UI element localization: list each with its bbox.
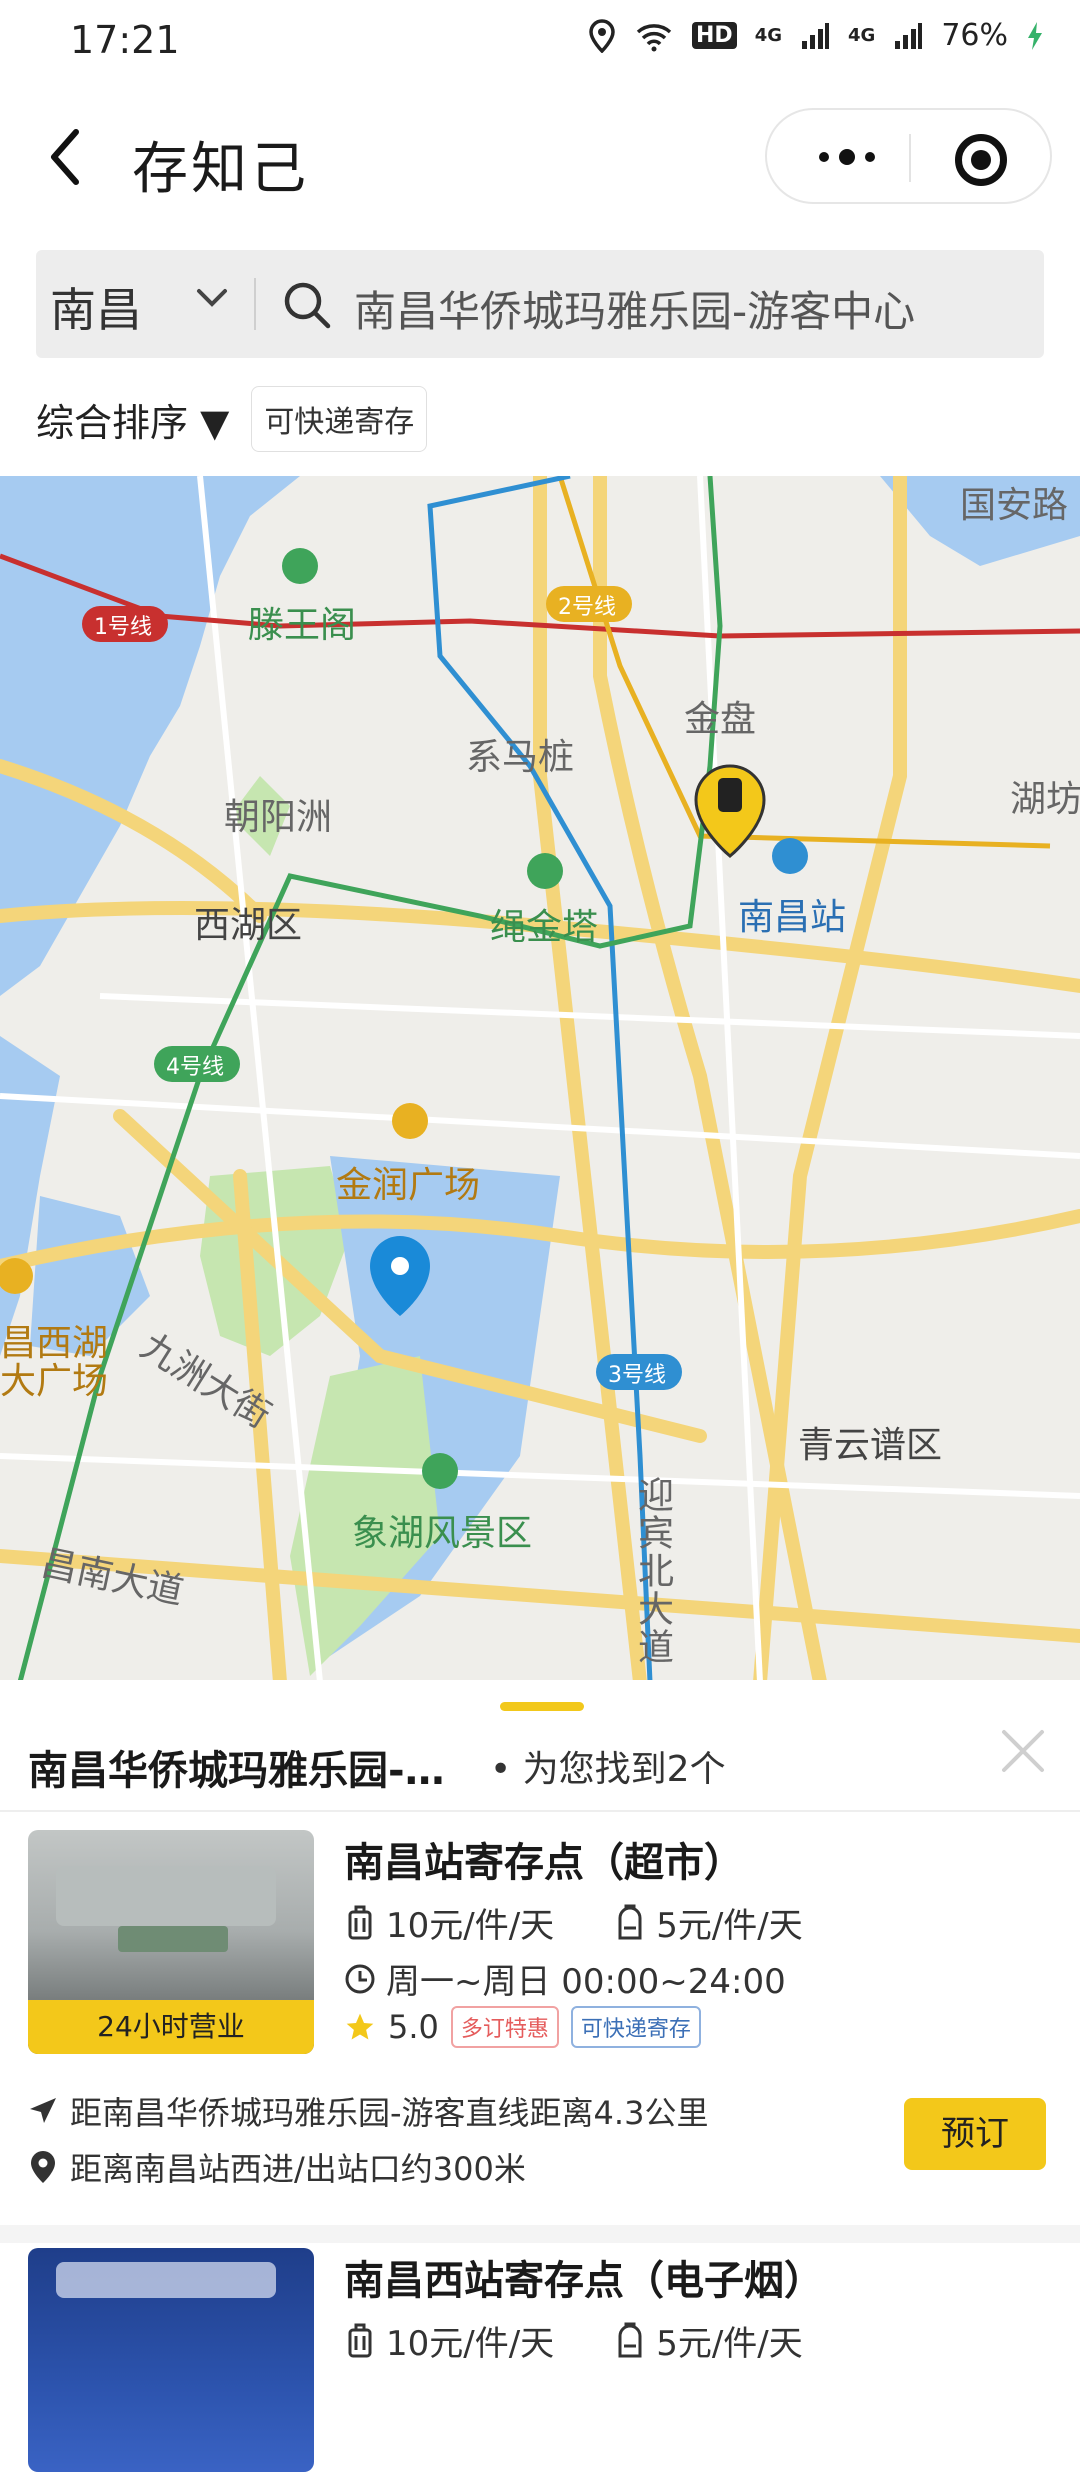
map-label-guoanlu: 国安路	[960, 485, 1069, 526]
map-label-yingbinbeidadao: 迎宾北大道	[632, 1476, 673, 1666]
bag-price: 5元/件/天	[656, 2324, 803, 2364]
signal1-icon	[802, 22, 829, 49]
search-bar: 南昌 南昌华侨城玛雅乐园-游客中心	[36, 250, 1044, 358]
open-hours-badge: 24小时营业	[28, 2000, 314, 2054]
map-label-qingyunpuqu: 青云谱区	[798, 1425, 943, 1466]
thumb-sign-green	[118, 1926, 228, 1952]
page-title: 存知己	[132, 137, 309, 202]
discount-tag: 多订特惠	[450, 2006, 559, 2048]
city-selector[interactable]: 南昌	[50, 274, 142, 340]
status-icons: HD 4G 4G 76%	[588, 18, 1044, 53]
thumb-sign	[56, 2262, 276, 2298]
status-bar: 17:21 HD 4G 4G 76%	[0, 0, 1080, 84]
map-label-hufang: 湖坊	[1010, 779, 1080, 820]
wifi-icon	[636, 23, 672, 51]
luggage-icon	[348, 2323, 372, 2357]
storage-thumbnail	[28, 2248, 314, 2472]
results-sheet: 南昌华侨城玛雅乐园-… • 为您找到2个 24小时营业 南昌站寄存点（超市） 1…	[0, 1680, 1080, 2472]
map-label-jinrunguangchang: 金润广场	[336, 1165, 481, 1206]
distance-row: 距南昌华侨城玛雅乐园-游客直线距离4.3公里	[28, 2088, 708, 2134]
hours-row: 周一~周日 00:00~24:00	[344, 1954, 786, 2003]
opening-hours: 周一~周日 00:00~24:00	[386, 1962, 786, 2002]
price-row: 10元/件/天 5元/件/天	[344, 2316, 803, 2365]
signal1-label: 4G	[754, 25, 782, 46]
more-icon[interactable]	[807, 134, 887, 180]
storage-title: 南昌站寄存点（超市）	[344, 1840, 744, 1886]
bag-price: 5元/件/天	[656, 1906, 803, 1946]
result-count: • 为您找到2个	[490, 1749, 726, 1790]
location-status-icon	[589, 18, 615, 53]
sheet-divider	[0, 1810, 1080, 1812]
navigation-icon	[30, 2098, 56, 2123]
map-label-xianghufengjingqu: 象湖风景区	[352, 1513, 533, 1554]
straight-distance: 距南昌华侨城玛雅乐园-游客直线距离4.3公里	[70, 2094, 709, 2132]
map-label-line2: 2号线	[558, 595, 616, 620]
backpack-icon	[618, 2322, 642, 2357]
battery-percent: 76%	[941, 18, 1008, 53]
express-tag: 可快递寄存	[570, 2006, 701, 2048]
map-canvas	[0, 476, 1080, 1682]
map-label-xihuqu: 西湖区	[194, 905, 303, 946]
status-time: 17:21	[70, 18, 180, 62]
map-view[interactable]: 1号线 2号线 3号线 4号线 滕王阁 国安路 金盘 系马桩 朝阳洲 湖坊 西湖…	[0, 476, 1080, 1682]
sheet-drag-handle[interactable]	[500, 1702, 584, 1711]
map-label-tengwangge: 滕王阁	[248, 605, 357, 646]
storage-thumbnail: 24小时营业	[28, 1830, 314, 2054]
map-label-shengjinta: 绳金塔	[490, 907, 599, 948]
rating-row: 5.0 多订特惠 可快递寄存	[344, 2006, 701, 2048]
close-icon[interactable]	[1000, 1728, 1046, 1774]
entrance-row: 距离南昌站西进/出站口约300米	[28, 2144, 526, 2190]
map-label-ximazhuang: 系马桩	[466, 737, 575, 778]
price-row: 10元/件/天 5元/件/天	[344, 1898, 803, 1947]
hd-badge: HD	[692, 22, 737, 49]
map-label-line1: 1号线	[94, 615, 152, 640]
filter-bar: 综合排序 ▼ 可快递寄存	[36, 386, 428, 452]
signal2-icon	[895, 22, 923, 49]
search-icon	[284, 282, 331, 329]
close-program-icon[interactable]	[955, 134, 1007, 186]
book-button[interactable]: 预订	[904, 2098, 1046, 2170]
luggage-icon	[348, 1905, 372, 1939]
rating-value: 5.0	[388, 2008, 439, 2046]
clock-icon	[345, 1964, 375, 1993]
map-label-line4: 4号线	[166, 1055, 224, 1080]
charging-icon	[1028, 21, 1042, 50]
card-separator	[0, 2225, 1080, 2243]
map-label-chaoyangzhou: 朝阳洲	[224, 797, 333, 838]
express-storage-chip[interactable]: 可快递寄存	[251, 386, 428, 452]
signal2-label: 4G	[848, 25, 876, 46]
capsule-divider	[909, 134, 911, 182]
search-divider	[254, 278, 256, 330]
result-location: 南昌华侨城玛雅乐园-…	[28, 1748, 445, 1794]
chevron-down-icon[interactable]	[194, 280, 230, 316]
map-label-jinpan: 金盘	[684, 699, 757, 740]
luggage-price: 10元/件/天	[386, 1906, 555, 1946]
location-pin-icon	[31, 2151, 55, 2183]
map-label-xihudaguangchang2: 大广场	[0, 1361, 109, 1402]
entrance-distance: 距离南昌站西进/出站口约300米	[70, 2150, 526, 2188]
mini-program-capsule	[765, 108, 1052, 204]
back-icon[interactable]	[40, 122, 100, 192]
backpack-icon	[618, 1904, 642, 1939]
storage-title: 南昌西站寄存点（电子烟）	[344, 2258, 824, 2304]
star-icon	[346, 2013, 374, 2040]
sort-dropdown[interactable]: 综合排序 ▼	[36, 392, 229, 447]
luggage-price: 10元/件/天	[386, 2324, 555, 2364]
thumb-sign	[56, 1866, 276, 1926]
map-label-nanchangzhan: 南昌站	[738, 897, 847, 938]
search-input[interactable]: 南昌华侨城玛雅乐园-游客中心	[354, 278, 915, 339]
nav-bar: 存知己	[0, 100, 1080, 220]
map-label-line3: 3号线	[608, 1363, 666, 1388]
